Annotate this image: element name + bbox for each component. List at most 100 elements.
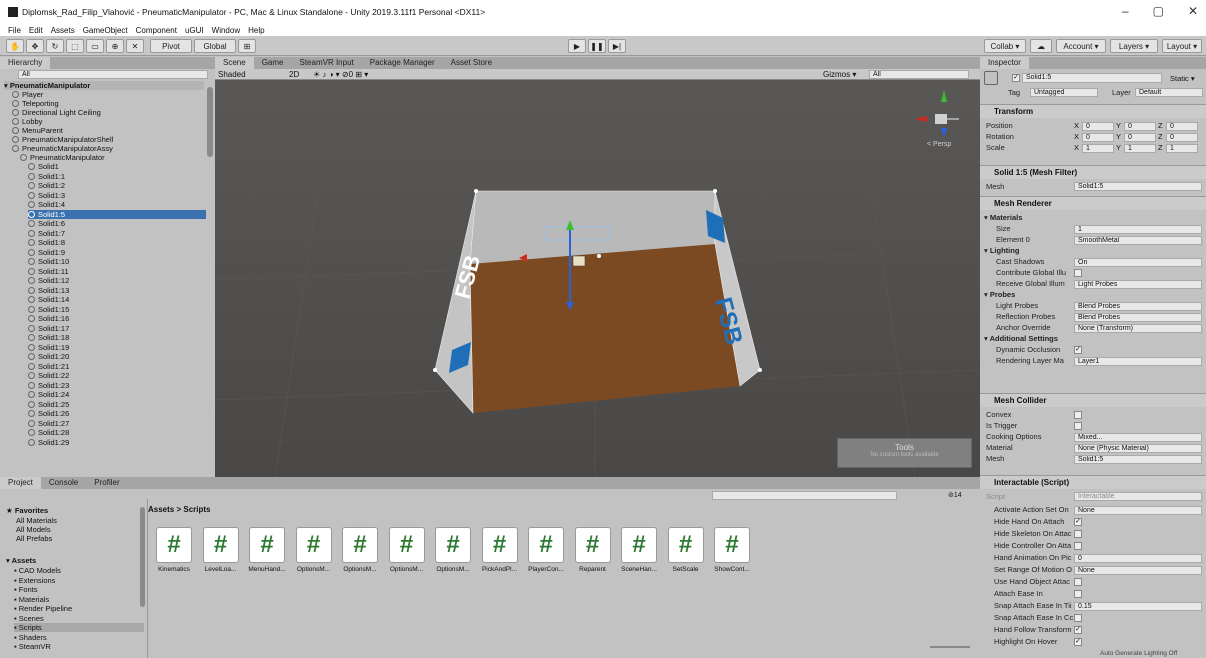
asset-folder[interactable]: ▪ Scenes — [14, 614, 44, 623]
hierarchy-item-solid[interactable]: Solid1 — [28, 162, 206, 171]
cast-shadows-field[interactable]: On — [1074, 258, 1202, 267]
hierarchy-item-solid[interactable]: Solid1:28 — [28, 428, 206, 437]
is-trigger-checkbox[interactable] — [1074, 422, 1082, 430]
hierarchy-item-solid[interactable]: Solid1:10 — [28, 257, 206, 266]
hierarchy-item-solid[interactable]: Solid1:27 — [28, 419, 206, 428]
script-asset[interactable]: # OptionsM... — [431, 527, 475, 573]
collider-material-field[interactable]: None (Physic Material) — [1074, 444, 1202, 453]
hierarchy-item-solid[interactable]: Solid1:7 — [28, 229, 206, 238]
interactable-row-field[interactable]: None — [1074, 566, 1202, 575]
scene-search-input[interactable]: All — [869, 70, 969, 79]
asset-folder[interactable]: ▪ CAD Models — [14, 566, 61, 575]
meshfilter-mesh-field[interactable]: Solid1:5 — [1074, 182, 1202, 191]
interactable-row-field[interactable]: None — [1074, 506, 1202, 515]
static-dropdown[interactable]: Static ▾ — [1170, 74, 1195, 83]
tab-hierarchy[interactable]: Hierarchy — [0, 57, 51, 69]
minimize-button[interactable]: – — [1122, 4, 1129, 18]
close-button[interactable]: ✕ — [1188, 4, 1198, 18]
interactable-row-checkbox[interactable]: ✓ — [1074, 626, 1082, 634]
menu-assets[interactable]: Assets — [51, 26, 75, 35]
light-probes-field[interactable]: Blend Probes — [1074, 302, 1202, 311]
layers-button[interactable]: Layers ▾ — [1110, 39, 1158, 53]
tab-game[interactable]: Game — [254, 57, 292, 69]
snap-icon[interactable]: ⊞ — [238, 39, 256, 53]
menu-ugui[interactable]: uGUI — [185, 26, 204, 35]
interactable-row-checkbox[interactable] — [1074, 590, 1082, 598]
asset-folder[interactable]: ▪ Scripts — [14, 623, 144, 632]
asset-folder[interactable]: ▪ Fonts — [14, 585, 38, 594]
interactable-row-checkbox[interactable] — [1074, 530, 1082, 538]
hierarchy-item-solid[interactable]: Solid1:24 — [28, 390, 206, 399]
contribute-gi-checkbox[interactable] — [1074, 269, 1082, 277]
layout-button[interactable]: Layout ▾ — [1162, 39, 1202, 53]
meshcollider-header[interactable]: Mesh Collider — [980, 393, 1206, 407]
asset-folder[interactable]: ▪ Materials — [14, 595, 49, 604]
2d-toggle[interactable]: 2D — [289, 70, 299, 79]
hierarchy-search-input[interactable]: All — [18, 70, 208, 79]
gizmos-dropdown[interactable]: Gizmos ▾ — [823, 70, 856, 79]
project-search-input[interactable] — [712, 491, 897, 500]
hierarchy-item-solid[interactable]: Solid1:12 — [28, 276, 206, 285]
scene-root[interactable]: ▾ PneumaticManipulator — [4, 81, 204, 90]
favorite-item[interactable]: All Materials — [16, 516, 57, 525]
asset-folder[interactable]: ▪ Shaders — [14, 633, 47, 642]
tab-console[interactable]: Console — [41, 477, 86, 489]
meshrenderer-header[interactable]: Mesh Renderer — [980, 196, 1206, 210]
script-asset[interactable]: # Kinematics — [152, 527, 196, 573]
hand-tool-icon[interactable]: ✋ — [6, 39, 24, 53]
asset-folder[interactable]: ▪ SteamVR — [14, 642, 51, 651]
tab-steamvr-input[interactable]: SteamVR Input — [291, 57, 361, 69]
hierarchy-item-solid[interactable]: Solid1:18 — [28, 333, 206, 342]
pivot-button[interactable]: Pivot — [150, 39, 192, 53]
hierarchy-item[interactable]: Lobby — [12, 117, 202, 126]
hierarchy-item-solid[interactable]: Solid1:19 — [28, 343, 206, 352]
hierarchy-item-solid[interactable]: Solid1:1 — [28, 172, 206, 181]
interactable-row-checkbox[interactable]: ✓ — [1074, 638, 1082, 646]
move-tool-icon[interactable]: ✥ — [26, 39, 44, 53]
hierarchy-item[interactable]: PneumaticManipulatorAssy — [12, 144, 202, 153]
shading-mode-dropdown[interactable]: Shaded — [218, 70, 246, 79]
script-asset[interactable]: # OptionsM... — [292, 527, 336, 573]
interactable-row-checkbox[interactable] — [1074, 578, 1082, 586]
play-button[interactable]: ▶ — [568, 39, 586, 53]
hierarchy-item-solid[interactable]: Solid1:6 — [28, 219, 206, 228]
script-asset[interactable]: # SceneHan... — [617, 527, 661, 573]
rect-tool-icon[interactable]: ▭ — [86, 39, 104, 53]
script-asset[interactable]: # PlayerCon... — [524, 527, 568, 573]
rendering-layer-field[interactable]: Layer1 — [1074, 357, 1202, 366]
interactable-row-field[interactable]: 0.15 — [1074, 602, 1202, 611]
tab-inspector[interactable]: Inspector — [980, 57, 1029, 69]
scale-tool-icon[interactable]: ⬚ — [66, 39, 84, 53]
tag-dropdown[interactable]: Untagged — [1030, 88, 1098, 97]
hierarchy-item-solid[interactable]: Solid1:17 — [28, 324, 206, 333]
hierarchy-item-solid[interactable]: Solid1:13 — [28, 286, 206, 295]
global-button[interactable]: Global — [194, 39, 236, 53]
probes-section-label[interactable]: ▾ Probes — [984, 290, 1204, 300]
favorite-item[interactable]: All Prefabs — [16, 534, 52, 543]
element-0-field[interactable]: SmoothMetal — [1074, 236, 1202, 245]
collider-mesh-field[interactable]: Solid1:5 — [1074, 455, 1202, 464]
material-size-field[interactable]: 1 — [1074, 225, 1202, 234]
hierarchy-item-solid[interactable]: Solid1:2 — [28, 181, 206, 190]
reflection-probes-field[interactable]: Blend Probes — [1074, 313, 1202, 322]
tab-project[interactable]: Project — [0, 477, 41, 489]
convex-checkbox[interactable] — [1074, 411, 1082, 419]
step-button[interactable]: ▶| — [608, 39, 626, 53]
assets-header[interactable]: ▾ Assets — [6, 556, 36, 565]
layer-dropdown[interactable]: Default — [1135, 88, 1203, 97]
script-asset[interactable]: # MenuHand... — [245, 527, 289, 573]
account-button[interactable]: Account ▾ — [1056, 39, 1106, 53]
hierarchy-item[interactable]: Player — [12, 90, 202, 99]
hierarchy-item-solid[interactable]: Solid1:22 — [28, 371, 206, 380]
tab-profiler[interactable]: Profiler — [86, 477, 127, 489]
script-asset[interactable]: # PickAndPl... — [478, 527, 522, 573]
receive-gi-field[interactable]: Light Probes — [1074, 280, 1202, 289]
pause-button[interactable]: ❚❚ — [588, 39, 606, 53]
hierarchy-item[interactable]: PneumaticManipulator — [20, 153, 210, 162]
hierarchy-item-solid[interactable]: Solid1:21 — [28, 362, 206, 371]
active-checkbox[interactable]: ✓ — [1012, 74, 1020, 82]
hierarchy-item[interactable]: MenuParent — [12, 126, 202, 135]
interactable-row-checkbox[interactable] — [1074, 614, 1082, 622]
additional-settings-section-label[interactable]: ▾ Additional Settings — [984, 334, 1204, 344]
persp-label[interactable]: < Persp — [927, 141, 951, 148]
